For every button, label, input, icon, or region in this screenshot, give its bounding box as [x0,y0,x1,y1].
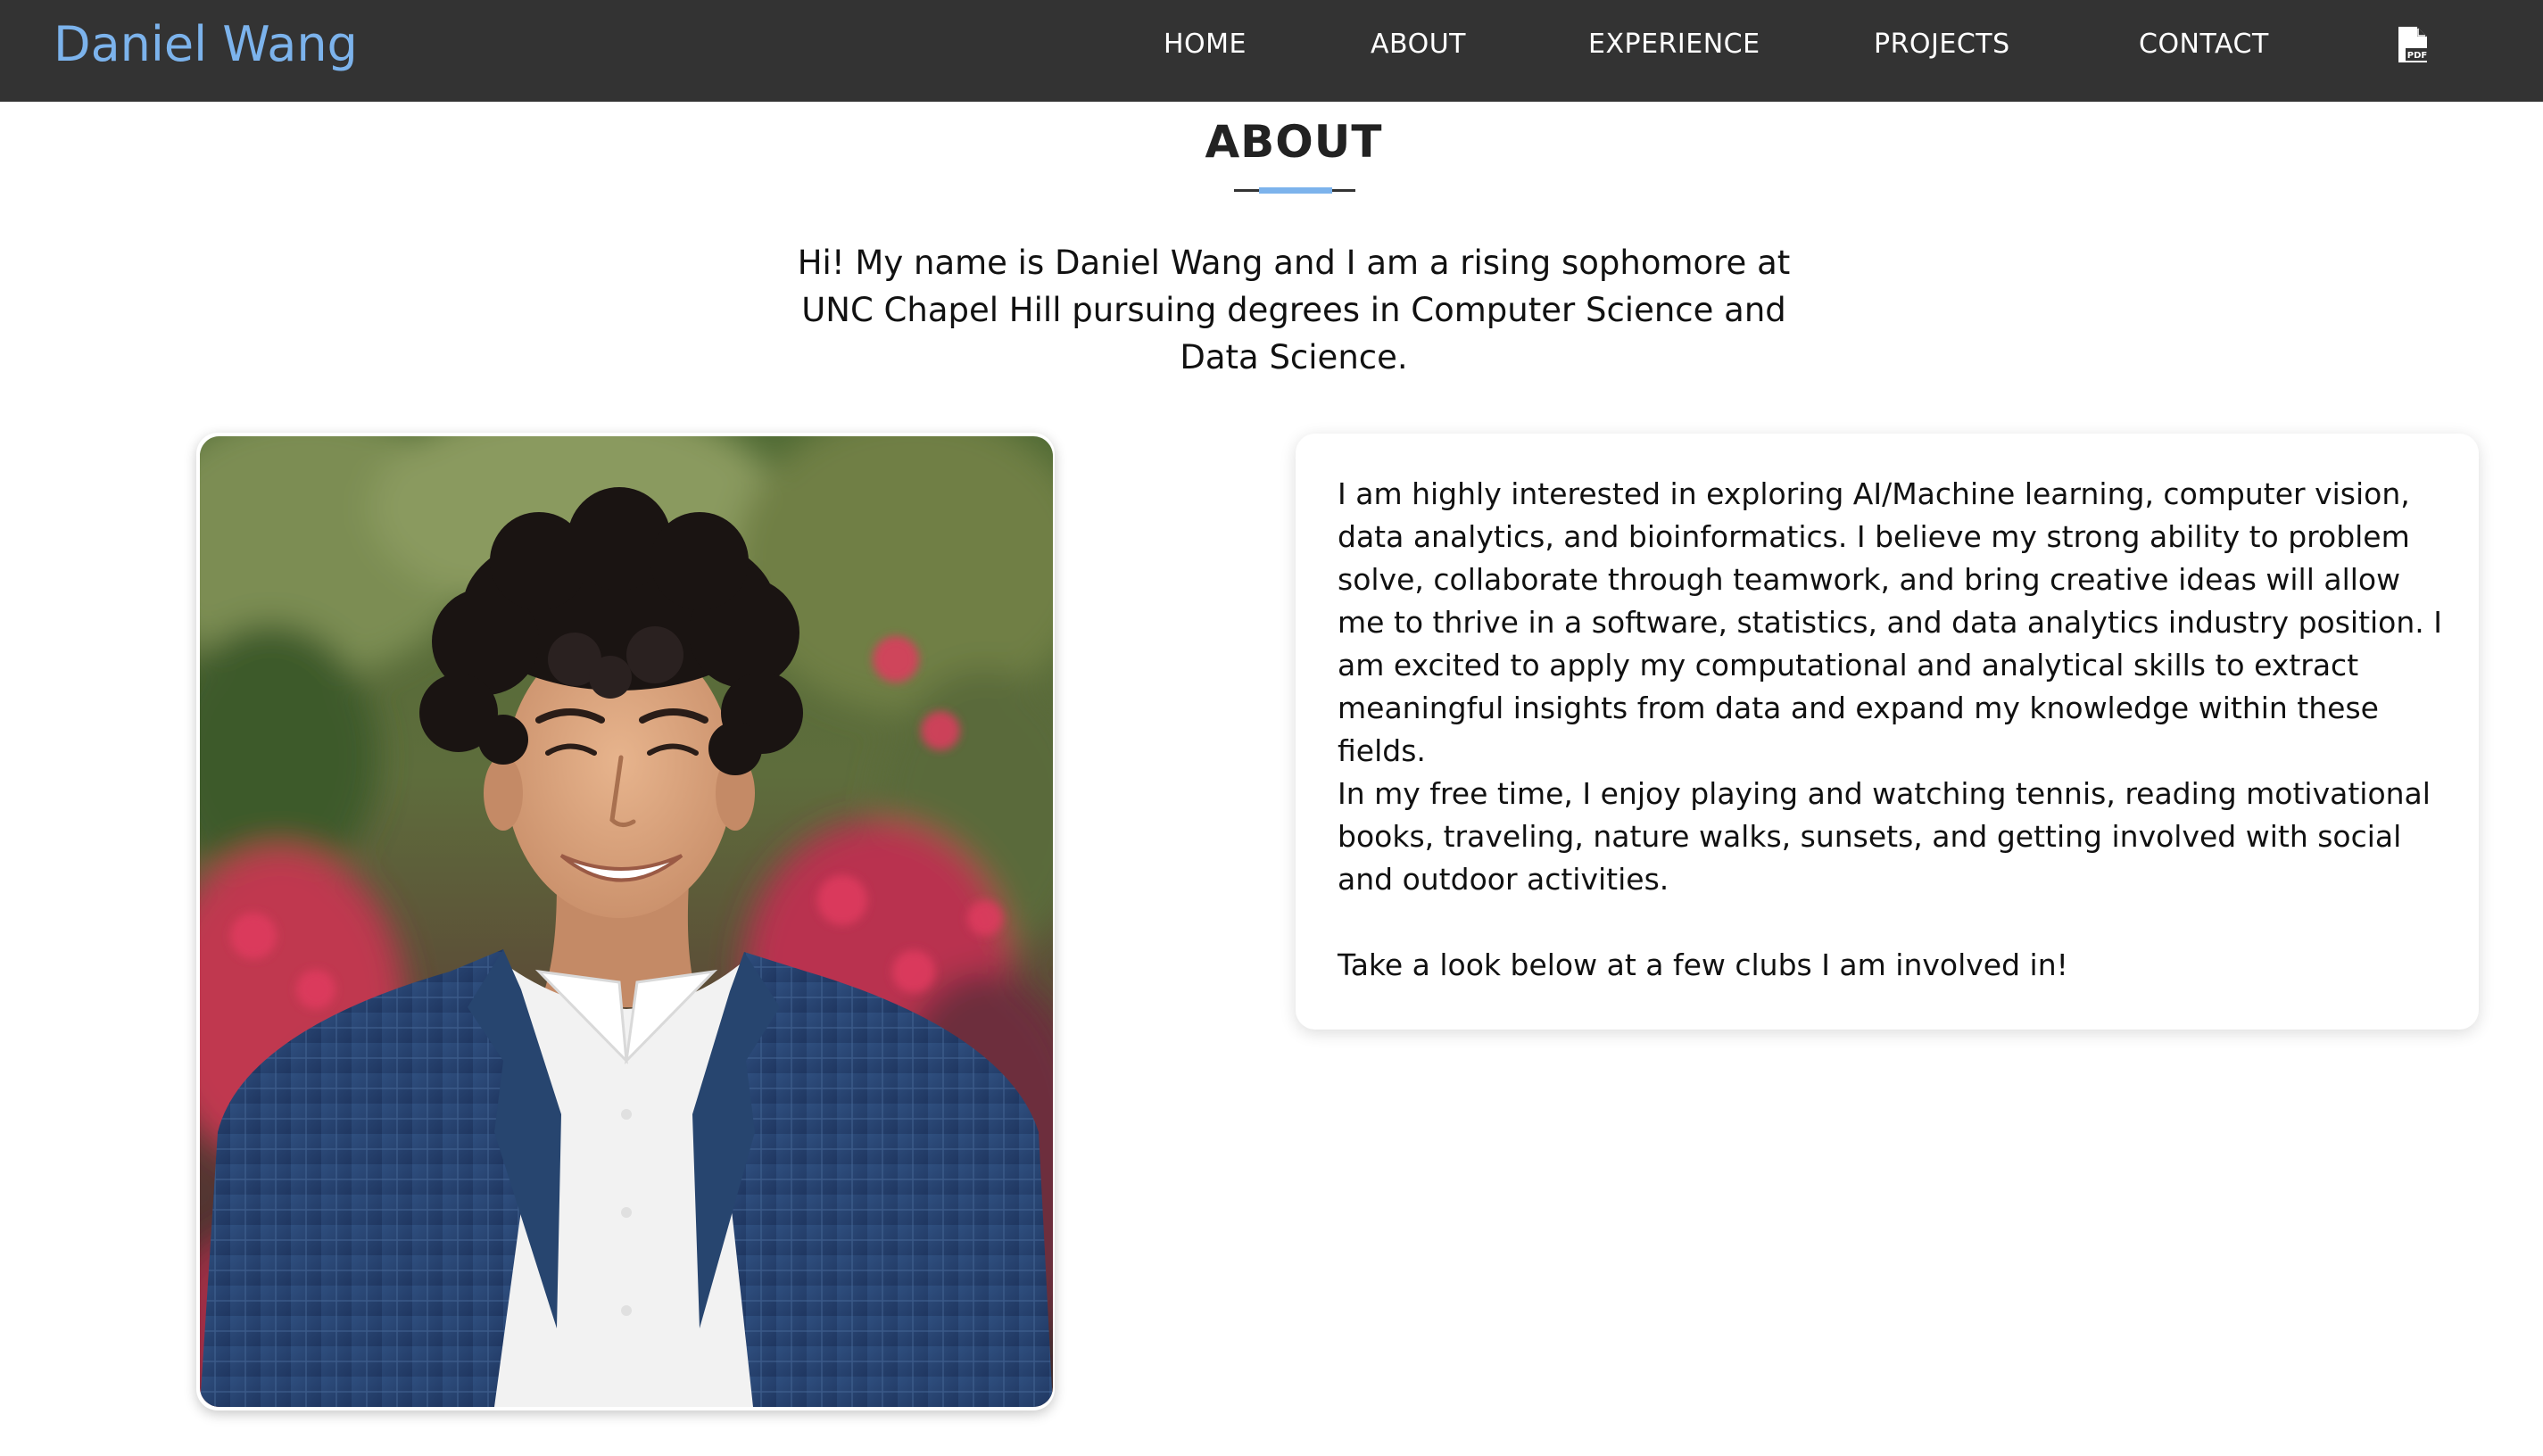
title-underline-accent [1259,187,1332,194]
brand-logo-link[interactable]: Daniel Wang [54,0,358,89]
bio-paragraph-interests: I am highly interested in exploring AI/M… [1338,476,2442,768]
bio-paragraph-free-time: In my free time, I enjoy playing and wat… [1338,776,2431,897]
pdf-icon-text: PDF [2407,51,2427,61]
bio-card: I am highly interested in exploring AI/M… [1296,434,2479,1030]
section-title-about: ABOUT [1205,116,1383,168]
about-intro: Hi! My name is Daniel Wang and I am a ri… [797,244,1791,376]
nav-link-experience[interactable]: EXPERIENCE [1588,0,1760,89]
nav-link-contact[interactable]: CONTACT [2139,0,2269,89]
pdf-file-icon: PDF [2398,27,2429,62]
navbar: Daniel Wang HOME ABOUT EXPERIENCE PROJEC… [0,0,2543,102]
nav-link-about[interactable]: ABOUT [1371,0,1466,89]
nav-link-projects[interactable]: PROJECTS [1874,0,2010,89]
bio-paragraph-clubs: Take a look below at a few clubs I am in… [1338,947,2068,982]
profile-photo [200,436,1053,1407]
nav-link-home[interactable]: HOME [1164,0,1247,89]
resume-pdf-link[interactable]: PDF [2397,25,2429,64]
